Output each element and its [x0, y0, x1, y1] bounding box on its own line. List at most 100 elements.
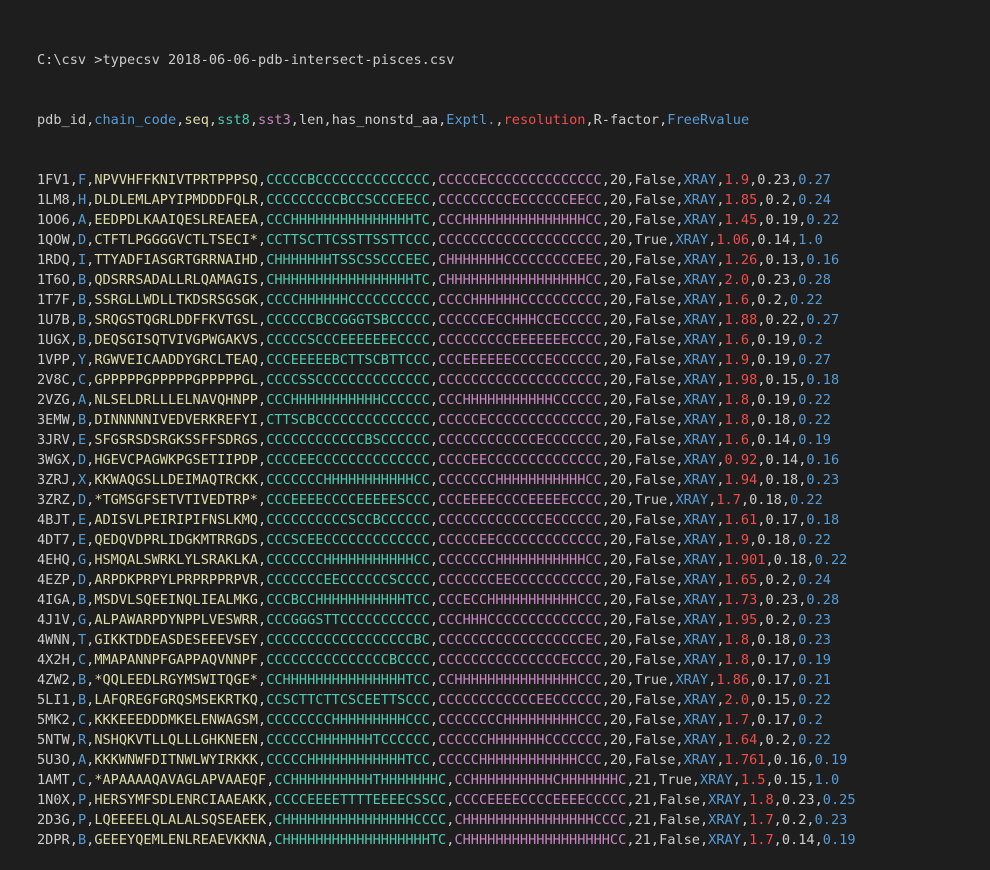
cell-pdb-id: 1LM8 — [37, 192, 70, 208]
cell-chain-code: D — [77, 232, 87, 248]
cell-chain-code: F — [77, 172, 87, 188]
comma-separator: , — [716, 292, 725, 308]
cell-freervalue: 0.2 — [798, 332, 823, 348]
cell-sst3: CCCHHHHHHHHHHHHHHHCC — [438, 212, 602, 228]
comma-separator: , — [740, 812, 750, 828]
comma-separator: , — [716, 632, 725, 648]
cell-has-nonstd-aa: False — [634, 612, 676, 628]
cell-pdb-id: 4J1V — [37, 612, 70, 628]
cell-has-nonstd-aa: False — [634, 432, 676, 448]
cell-seq: HSMQALSWRKLYLSRAKLKA — [94, 552, 258, 568]
cell-sst3: CCCCCCCCCEEEEEEECCCC — [438, 332, 602, 348]
cell-exptl: XRAY — [683, 532, 717, 548]
comma-separator: , — [626, 452, 635, 468]
cell-freervalue: 1.0 — [814, 772, 840, 788]
comma-separator: , — [716, 332, 725, 348]
header-cell-has-nonstd-aa: has_nonstd_aa — [331, 112, 439, 128]
comma-separator: , — [601, 652, 610, 668]
comma-separator: , — [429, 352, 439, 368]
cell-pdb-id: 3ZRJ — [37, 472, 70, 488]
cell-exptl: XRAY — [675, 492, 709, 508]
cell-r-factor: 0.18 — [757, 412, 791, 428]
cell-r-factor: 0.18 — [773, 552, 807, 568]
cell-seq: SSRGLLWDLLTKDSRSGSGK — [94, 292, 258, 308]
cell-exptl: XRAY — [683, 212, 717, 228]
comma-separator: , — [69, 232, 78, 248]
comma-separator: , — [69, 412, 78, 428]
cell-pdb-id: 3WGX — [37, 452, 70, 468]
comma-separator: , — [69, 672, 78, 688]
cell-len: 20 — [609, 392, 627, 408]
comma-separator: , — [258, 712, 267, 728]
header-cell-len: len — [298, 112, 324, 128]
cell-pdb-id: 2D3G — [37, 812, 70, 828]
comma-separator: , — [69, 292, 78, 308]
comma-separator: , — [266, 772, 275, 788]
comma-separator: , — [814, 832, 823, 848]
cell-freervalue: 0.22 — [790, 292, 823, 308]
cell-pdb-id: 1AMT — [37, 772, 70, 788]
cell-r-factor: 0.14 — [781, 832, 815, 848]
comma-separator: , — [429, 652, 439, 668]
comma-separator: , — [601, 452, 610, 468]
csv-row: 2VZG,A,NLSELDRLLLELNAVQHNPP,CCCHHHHHHHHH… — [37, 390, 856, 410]
cell-len: 20 — [609, 292, 627, 308]
comma-separator: , — [806, 552, 815, 568]
comma-separator: , — [69, 432, 78, 448]
cell-sst8: CCCCCCCHHHHHHHHHHHCC — [266, 552, 430, 568]
cell-resolution: 1.95 — [724, 612, 758, 628]
comma-separator: , — [626, 492, 635, 508]
comma-separator: , — [716, 412, 725, 428]
comma-separator: , — [626, 832, 635, 848]
comma-separator: , — [429, 452, 439, 468]
comma-separator: , — [626, 412, 635, 428]
cell-resolution: 1.901 — [724, 552, 766, 568]
comma-separator: , — [258, 492, 267, 508]
cell-sst8: CHHHHHHHHHHHHHHHHHTC — [266, 272, 430, 288]
comma-separator: , — [773, 792, 782, 808]
cell-sst8: CCCCCCCHHHHHHHHHHHCC — [266, 472, 430, 488]
cell-has-nonstd-aa: False — [634, 192, 676, 208]
comma-separator: , — [69, 212, 78, 228]
cell-resolution: 1.45 — [724, 212, 758, 228]
cell-freervalue: 0.27 — [798, 172, 831, 188]
comma-separator: , — [69, 792, 78, 808]
comma-separator: , — [626, 592, 635, 608]
comma-separator: , — [446, 772, 455, 788]
comma-separator: , — [446, 832, 455, 848]
csv-row: 5LI1,B,LAFQREGFGRQSMSEKRTKQ,CCSCTTCTTCSC… — [37, 690, 856, 710]
cell-sst8: CCCHHHHHHHHHHHCCCCCC — [266, 392, 430, 408]
comma-separator: , — [740, 492, 750, 508]
cell-exptl: XRAY — [683, 512, 717, 528]
cell-resolution: 1.7 — [749, 832, 774, 848]
cell-chain-code: B — [77, 832, 87, 848]
cell-len: 20 — [609, 492, 627, 508]
cell-len: 20 — [609, 672, 627, 688]
comma-separator: , — [790, 172, 799, 188]
comma-separator: , — [765, 552, 774, 568]
cell-freervalue: 1.0 — [798, 232, 823, 248]
comma-separator: , — [266, 792, 275, 808]
csv-row: 1T6O,B,QDSRRSADALLRLQAMAGIS,CHHHHHHHHHHH… — [37, 270, 856, 290]
cell-exptl: XRAY — [683, 612, 717, 628]
comma-separator: , — [691, 772, 700, 788]
cell-r-factor: 0.18 — [757, 632, 791, 648]
comma-separator: , — [773, 832, 782, 848]
csv-row: 1VPP,Y,RGWVEICAADDYGRCLTEAQ,CCCEEEEEBCTT… — [37, 350, 856, 370]
comma-separator: , — [249, 112, 259, 128]
cell-has-nonstd-aa: True — [634, 232, 668, 248]
cell-pdb-id: 4X2H — [37, 652, 70, 668]
cell-chain-code: E — [77, 432, 87, 448]
cell-seq: EEDPDLKAAIQESLREAEEA — [94, 212, 258, 228]
comma-separator: , — [699, 792, 709, 808]
comma-separator: , — [69, 552, 78, 568]
cell-sst3: CCCCCCCHHHHHHHHHHHCC — [438, 472, 602, 488]
cell-has-nonstd-aa: False — [634, 512, 676, 528]
cell-len: 20 — [609, 552, 627, 568]
cell-sst8: CCCCCBCCCCCCCCCCCCCC — [266, 172, 430, 188]
cell-r-factor: 0.23 — [757, 172, 791, 188]
cell-exptl: XRAY — [683, 752, 717, 768]
cell-pdb-id: 4DT7 — [37, 532, 70, 548]
comma-separator: , — [446, 812, 455, 828]
comma-separator: , — [86, 752, 95, 768]
